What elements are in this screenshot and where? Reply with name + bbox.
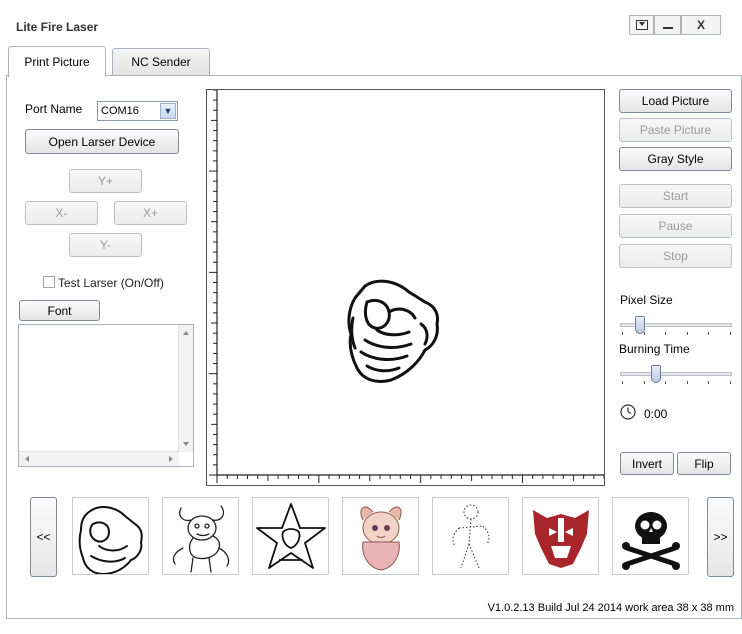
flip-button[interactable]: Flip	[677, 452, 731, 475]
slider-tick	[644, 332, 645, 335]
test-laser-label: Test Larser (On/Off)	[58, 276, 164, 290]
close-button[interactable]: X	[681, 15, 721, 35]
tab-print-picture[interactable]: Print Picture	[8, 46, 106, 77]
tab-label: NC Sender	[131, 55, 191, 69]
slider-track	[620, 372, 732, 376]
skull-crossbones-icon[interactable]	[612, 497, 689, 575]
slider-ticks	[620, 332, 732, 336]
slider-tick	[730, 381, 731, 384]
invert-button[interactable]: Invert	[620, 452, 674, 475]
port-select[interactable]: COM16 ▼	[97, 101, 178, 121]
test-laser-checkbox[interactable]	[43, 276, 55, 288]
y-plus-button[interactable]: Y+	[69, 169, 142, 193]
slider-tick	[687, 332, 688, 335]
load-picture-button[interactable]: Load Picture	[619, 89, 732, 113]
star-emblem-icon[interactable]	[252, 497, 329, 575]
pixel-size-slider[interactable]	[620, 315, 732, 341]
close-icon: X	[696, 18, 705, 32]
timer-value: 0:00	[644, 407, 668, 421]
font-button[interactable]: Font	[19, 300, 100, 321]
clock-icon	[620, 404, 636, 420]
slider-tick	[665, 332, 666, 335]
anime-girl-icon[interactable]	[342, 497, 419, 575]
canvas-rulers	[209, 90, 604, 483]
slider-ticks	[620, 381, 732, 385]
x-minus-button[interactable]: X-	[25, 201, 98, 225]
port-select-value: COM16	[101, 105, 139, 117]
gray-style-button[interactable]: Gray Style	[619, 147, 732, 171]
slider-tick	[622, 381, 623, 384]
scroll-down-icon[interactable]	[183, 442, 189, 446]
scroll-up-icon[interactable]	[183, 331, 189, 335]
pointing-hand-icon[interactable]	[347, 279, 439, 383]
gallery-prev-button[interactable]: <<	[30, 497, 57, 577]
window-title: Lite Fire Laser	[16, 20, 99, 34]
x-plus-button[interactable]: X+	[114, 201, 187, 225]
start-button[interactable]: Start	[619, 184, 732, 208]
horizontal-scrollbar[interactable]	[19, 451, 179, 466]
scroll-right-icon[interactable]	[169, 456, 173, 462]
pause-button[interactable]: Pause	[619, 214, 732, 238]
paste-picture-button[interactable]: Paste Picture	[619, 118, 732, 142]
dropdown-icon	[635, 20, 648, 30]
scroll-left-icon[interactable]	[25, 456, 29, 462]
slider-tick	[708, 381, 709, 384]
tab-label: Print Picture	[24, 55, 90, 69]
pixel-size-label: Pixel Size	[620, 293, 673, 307]
slider-tick	[730, 332, 731, 335]
burning-time-label: Burning Time	[619, 342, 690, 356]
burning-time-slider[interactable]	[620, 364, 732, 390]
dotted-figure-icon[interactable]	[432, 497, 509, 575]
slider-tick	[708, 332, 709, 335]
slider-tick	[644, 381, 645, 384]
stop-button[interactable]: Stop	[619, 244, 732, 268]
pointing-hand-icon[interactable]	[72, 497, 149, 575]
cartoon-bull-icon[interactable]	[162, 497, 239, 575]
slider-tick	[687, 381, 688, 384]
y-minus-button[interactable]: Y-	[69, 233, 142, 257]
window-menu-button[interactable]	[629, 15, 654, 35]
chevron-down-icon[interactable]: ▼	[160, 103, 176, 119]
vertical-scrollbar[interactable]	[178, 325, 193, 452]
tab-nc-sender[interactable]: NC Sender	[112, 48, 210, 75]
minimize-button[interactable]	[654, 15, 681, 35]
text-input-area[interactable]	[18, 324, 194, 467]
open-device-button[interactable]: Open Larser Device	[25, 129, 179, 154]
slider-tick	[622, 332, 623, 335]
autobot-logo-icon[interactable]	[522, 497, 599, 575]
slider-tick	[665, 381, 666, 384]
port-name-label: Port Name	[25, 102, 83, 116]
minimize-icon	[662, 27, 673, 29]
gallery-next-button[interactable]: >>	[707, 497, 734, 577]
status-bar-text: V1.0.2.13 Build Jul 24 2014 work area 38…	[487, 602, 734, 614]
print-canvas[interactable]	[206, 89, 605, 486]
